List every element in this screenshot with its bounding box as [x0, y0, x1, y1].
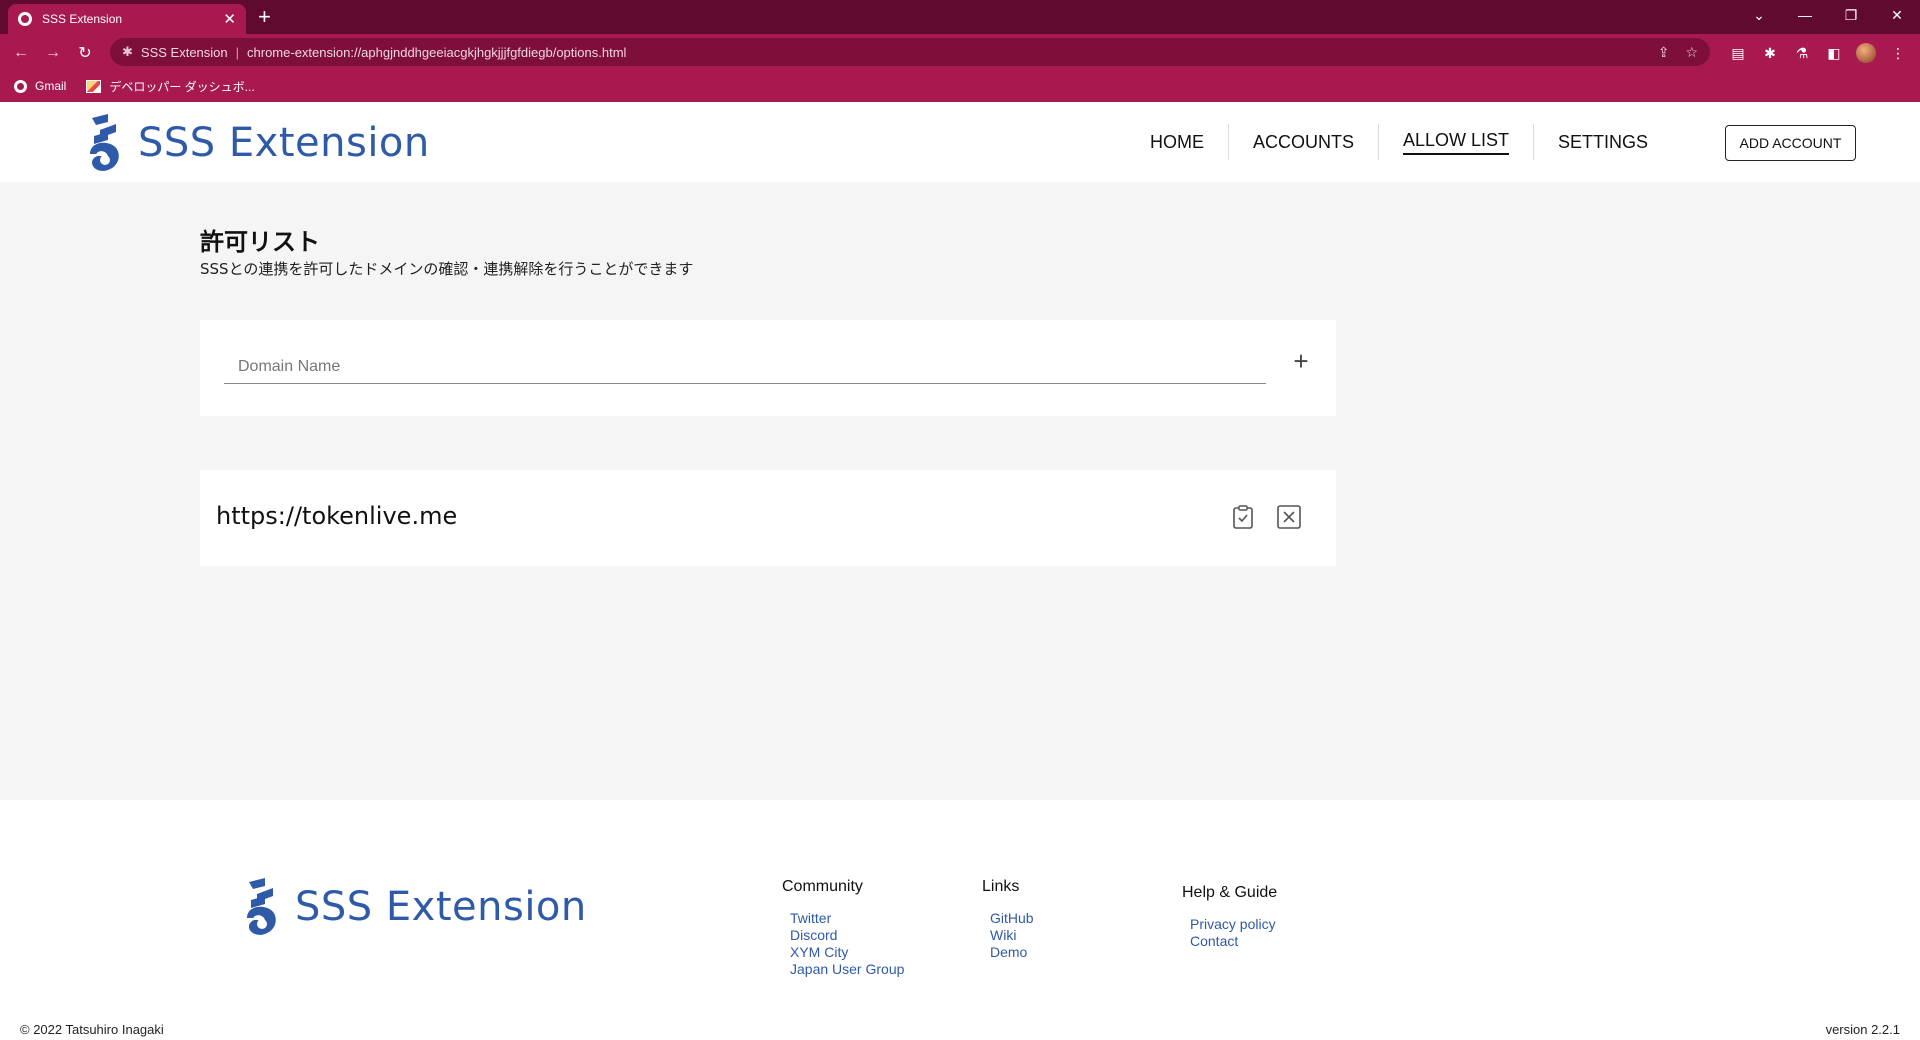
- browser-tabstrip: SSS Extension ✕ + ⌄ — ❐ ✕: [0, 0, 1920, 34]
- footer-heading: Links: [982, 878, 1020, 895]
- browser-tab[interactable]: SSS Extension ✕: [8, 4, 246, 34]
- bookmark-star-icon[interactable]: ☆: [1685, 44, 1698, 61]
- page-title: 許可リスト: [200, 228, 320, 256]
- main-content: 許可リスト SSSとの連携を許可したドメインの確認・連携解除を行うことができます…: [0, 182, 1920, 800]
- sss-logo-icon: [90, 114, 119, 171]
- footer-link-twitter[interactable]: Twitter: [790, 910, 904, 927]
- omnibox-site-name: SSS Extension: [140, 44, 228, 60]
- globe-icon: [14, 79, 27, 93]
- domain-name-input[interactable]: [224, 350, 1266, 384]
- clipboard-check-icon[interactable]: [1230, 504, 1256, 530]
- bookmark-label: デベロッパー ダッシュボ...: [109, 79, 255, 94]
- profile-avatar[interactable]: [1856, 43, 1876, 63]
- labs-flask-icon[interactable]: ⚗: [1792, 43, 1812, 63]
- address-bar[interactable]: ✱ SSS Extension | chrome-extension://aph…: [110, 38, 1710, 66]
- footer-heading: Help & Guide: [1182, 884, 1278, 901]
- bookmark-label: Gmail: [35, 79, 67, 93]
- main-nav: HOME ACCOUNTS ALLOW LIST SETTINGS: [1126, 124, 1672, 160]
- nav-accounts[interactable]: ACCOUNTS: [1229, 124, 1380, 160]
- tab-title: SSS Extension: [42, 12, 123, 26]
- footer-logo[interactable]: SSS Extension: [243, 878, 587, 936]
- nav-allow-list[interactable]: ALLOW LIST: [1379, 124, 1535, 160]
- copyright: © 2022 Tatsuhiro Inagaki: [20, 1022, 164, 1037]
- add-domain-button[interactable]: +: [1286, 346, 1316, 376]
- puzzle-icon: ✱: [122, 44, 133, 59]
- footer-link-wiki[interactable]: Wiki: [990, 927, 1034, 944]
- version-label: version 2.2.1: [1825, 1022, 1900, 1037]
- restore-icon[interactable]: ❐: [1836, 4, 1866, 26]
- footer-link-privacy-policy[interactable]: Privacy policy: [1190, 916, 1277, 933]
- browser-toolbar: ← → ↻ ✱ SSS Extension | chrome-extension…: [0, 34, 1920, 70]
- bookmark-gmail[interactable]: Gmail: [14, 79, 66, 93]
- footer-link-github[interactable]: GitHub: [990, 910, 1034, 927]
- omnibox-url[interactable]: chrome-extension://aphgjnddhgeeiacgkjhgk…: [247, 45, 1642, 60]
- footer-heading: Community: [782, 878, 863, 895]
- extension-icon[interactable]: ▤: [1728, 43, 1748, 63]
- nav-home[interactable]: HOME: [1126, 124, 1229, 160]
- bookmarks-bar: Gmail デベロッパー ダッシュボ...: [0, 70, 1920, 102]
- footer-logo-text: SSS Extension: [295, 884, 587, 930]
- reload-icon[interactable]: ↻: [74, 42, 96, 64]
- back-icon[interactable]: ←: [10, 42, 32, 64]
- remove-domain-icon[interactable]: [1276, 504, 1302, 530]
- tab-search-icon[interactable]: ⌄: [1744, 4, 1774, 26]
- bookmark-developer-dashboard[interactable]: デベロッパー ダッシュボ...: [86, 78, 255, 95]
- side-panel-icon[interactable]: ◧: [1824, 43, 1844, 63]
- footer-link-contact[interactable]: Contact: [1190, 933, 1277, 950]
- footer-help-guide: Help & Guide Privacy policy Contact: [1182, 884, 1277, 950]
- extensions-puzzle-icon[interactable]: ✱: [1760, 43, 1780, 63]
- footer-links: Links GitHub Wiki Demo: [982, 878, 1034, 961]
- share-icon[interactable]: ⇪: [1658, 44, 1670, 61]
- footer: SSS Extension Community Twitter Discord …: [0, 800, 1920, 1040]
- footer-community: Community Twitter Discord XYM City Japan…: [782, 878, 904, 978]
- app-header: SSS Extension HOME ACCOUNTS ALLOW LIST S…: [0, 102, 1920, 182]
- footer-link-demo[interactable]: Demo: [990, 944, 1034, 961]
- allowed-domain-url: https://tokenlive.me: [216, 502, 458, 530]
- allowed-domain-item: https://tokenlive.me: [200, 470, 1336, 566]
- add-account-button[interactable]: ADD ACCOUNT: [1725, 125, 1856, 161]
- footer-link-xym-city[interactable]: XYM City: [790, 944, 904, 961]
- new-tab-button[interactable]: +: [258, 5, 271, 29]
- menu-kebab-icon[interactable]: ⋮: [1888, 43, 1908, 63]
- add-domain-card: +: [200, 320, 1336, 416]
- logo-text: SSS Extension: [138, 120, 430, 166]
- image-icon: [86, 79, 102, 93]
- page-description: SSSとの連携を許可したドメインの確認・連携解除を行うことができます: [200, 260, 694, 278]
- minimize-icon[interactable]: —: [1790, 4, 1820, 26]
- sss-logo-icon: [247, 878, 276, 935]
- extension-favicon-icon: [18, 12, 32, 26]
- tab-close-icon[interactable]: ✕: [223, 12, 236, 27]
- header-logo[interactable]: SSS Extension: [86, 114, 430, 172]
- omnibox-separator: |: [235, 44, 240, 60]
- forward-icon[interactable]: →: [42, 42, 64, 64]
- close-window-icon[interactable]: ✕: [1882, 4, 1912, 26]
- footer-link-discord[interactable]: Discord: [790, 927, 904, 944]
- nav-settings[interactable]: SETTINGS: [1534, 124, 1672, 160]
- footer-link-japan-user-group[interactable]: Japan User Group: [790, 961, 904, 978]
